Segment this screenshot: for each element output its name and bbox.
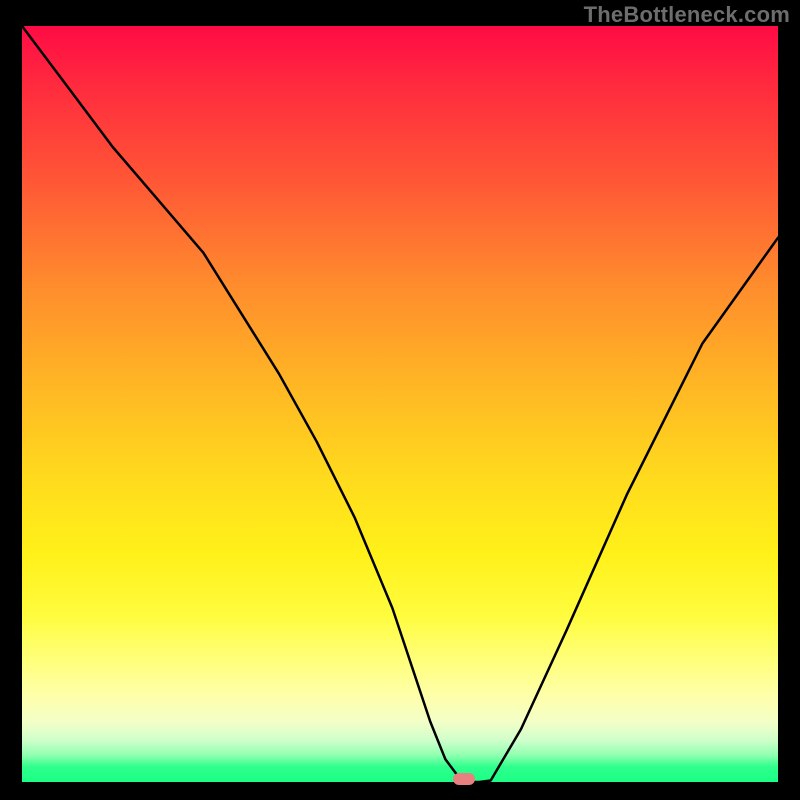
optimum-marker xyxy=(453,773,475,785)
chart-frame: TheBottleneck.com xyxy=(0,0,800,800)
curve-path xyxy=(22,26,778,782)
bottleneck-curve xyxy=(22,26,778,782)
plot-area xyxy=(22,26,778,782)
watermark-text: TheBottleneck.com xyxy=(584,2,790,28)
